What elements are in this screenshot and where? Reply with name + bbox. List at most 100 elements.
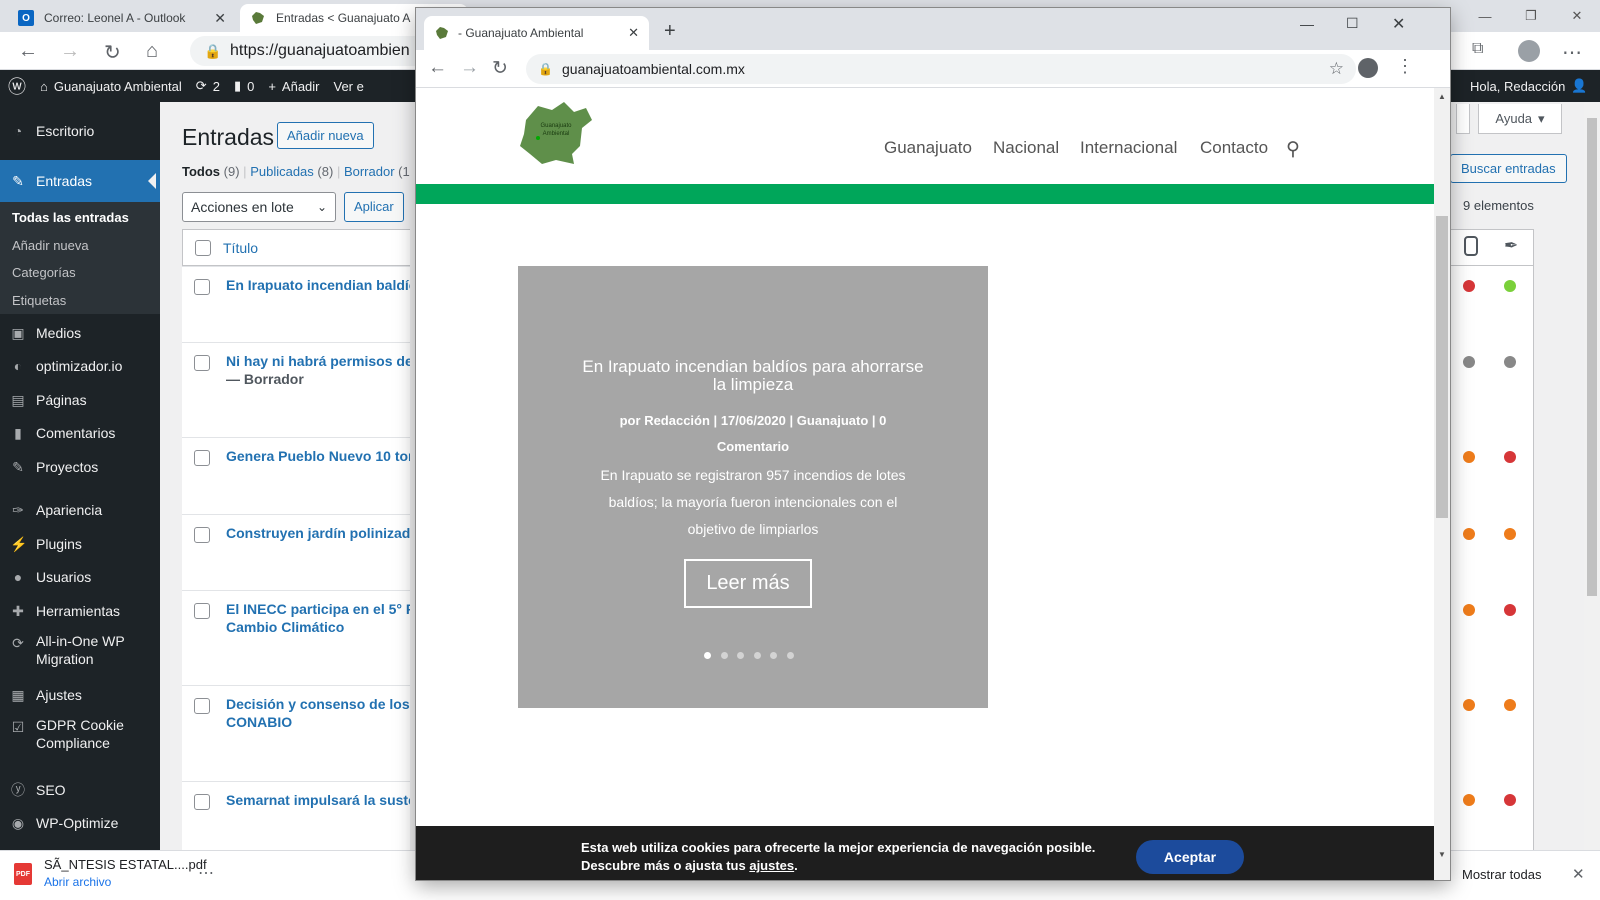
post-title-link-cont[interactable]: Cambio Climático: [226, 619, 344, 635]
accept-cookies-button[interactable]: Aceptar: [1136, 840, 1244, 874]
row-checkbox[interactable]: [194, 279, 210, 295]
open-file-link[interactable]: Abrir archivo: [44, 875, 111, 889]
download-filename[interactable]: SÃ_NTESIS ESTATAL....pdf: [44, 857, 207, 872]
sidebar-item-herramientas[interactable]: ✚ Herramientas: [0, 600, 160, 622]
nav-contacto[interactable]: Contacto: [1200, 138, 1268, 158]
adminbar-comments[interactable]: ▮ 0: [234, 78, 254, 94]
read-more-button[interactable]: Leer más: [684, 559, 812, 608]
adminbar-updates[interactable]: ⟳ 2: [196, 78, 220, 94]
close-icon[interactable]: ✕: [1554, 0, 1600, 32]
adminbar-account[interactable]: Hola, Redacción 👤: [1470, 78, 1588, 94]
front-scrollbar[interactable]: ▲ ▼: [1434, 88, 1450, 880]
sidebar-item-apariencia[interactable]: ✑ Apariencia: [0, 499, 160, 521]
forward-arrow-icon[interactable]: →: [460, 57, 479, 79]
back-arrow-icon[interactable]: ←: [18, 40, 38, 63]
forward-arrow-icon[interactable]: →: [60, 40, 80, 63]
post-title-link[interactable]: En Irapuato incendian baldíos: [226, 277, 410, 293]
back-arrow-icon[interactable]: ←: [428, 57, 447, 79]
slider-dot[interactable]: [720, 652, 728, 659]
close-download-bar-icon[interactable]: ✕: [1572, 865, 1585, 883]
more-menu-icon[interactable]: ⋯: [1562, 40, 1582, 65]
nav-nacional[interactable]: Nacional: [993, 138, 1059, 158]
row-checkbox[interactable]: [194, 794, 210, 810]
slider-dot[interactable]: [770, 652, 777, 659]
maximize-icon[interactable]: ☐: [1346, 15, 1359, 32]
download-options-icon[interactable]: ⋯: [198, 863, 214, 883]
row-checkbox[interactable]: [194, 450, 210, 466]
sidebar-item-optimizador[interactable]: ◐ optimizador.io: [0, 355, 160, 377]
filter-published[interactable]: Publicadas: [250, 164, 314, 179]
search-posts-button[interactable]: Buscar entradas: [1450, 154, 1567, 183]
adminbar-add-new[interactable]: + Añadir: [268, 79, 319, 94]
post-title-link[interactable]: El INECC participa en el 5° For: [226, 601, 410, 617]
sidebar-item-gdpr[interactable]: ☑ GDPR Cookie Compliance: [0, 716, 160, 756]
slider-dot[interactable]: [786, 652, 794, 659]
close-window-icon[interactable]: ✕: [1392, 14, 1405, 34]
post-title-link[interactable]: Construyen jardín polinizador: [226, 525, 410, 541]
row-checkbox[interactable]: [194, 355, 210, 371]
column-title[interactable]: Título: [223, 240, 258, 256]
adminbar-site[interactable]: ⌂ Guanajuato Ambiental: [40, 79, 182, 94]
sidebar-item-migration[interactable]: ⟳ All-in-One WP Migration: [0, 632, 160, 672]
show-all-downloads[interactable]: Mostrar todas: [1462, 867, 1541, 882]
bookmark-star-icon[interactable]: ☆: [1329, 54, 1344, 84]
sidebar-item-ajustes[interactable]: ▦ Ajustes: [0, 684, 160, 706]
minimize-icon[interactable]: —: [1300, 16, 1314, 32]
post-title-link[interactable]: Genera Pueblo Nuevo 10 tone: [226, 448, 410, 464]
post-title-link[interactable]: Decisión y consenso de los se: [226, 696, 410, 712]
submenu-etiquetas[interactable]: Etiquetas: [12, 293, 66, 308]
sidebar-item-paginas[interactable]: ▤ Páginas: [0, 389, 160, 411]
reload-icon[interactable]: ↻: [104, 40, 121, 65]
cookie-settings-link[interactable]: ajustes: [749, 858, 794, 873]
seo-traffic-light-icon[interactable]: [1464, 236, 1478, 256]
adminbar-view[interactable]: Ver e: [334, 79, 364, 94]
filter-all[interactable]: Todos: [182, 164, 220, 179]
slider-dot[interactable]: [753, 652, 761, 659]
select-all-checkbox[interactable]: [195, 240, 211, 256]
close-tab-icon[interactable]: ✕: [214, 10, 226, 27]
nav-guanajuato[interactable]: Guanajuato: [884, 138, 972, 158]
help-tab[interactable]: Ayuda ▾: [1478, 104, 1562, 134]
sidebar-item-entradas[interactable]: ✎ Entradas: [0, 160, 160, 202]
search-icon[interactable]: ⚲: [1286, 138, 1300, 161]
sidebar-item-seo[interactable]: ⓨ SEO: [0, 779, 160, 801]
sidebar-item-wp-optimize[interactable]: ◉ WP-Optimize: [0, 812, 160, 834]
submenu-anadir[interactable]: Añadir nueva: [12, 238, 89, 253]
sidebar-item-escritorio[interactable]: ◔ Escritorio: [0, 120, 160, 142]
slider-dot[interactable]: [704, 652, 711, 659]
scroll-down-icon[interactable]: ▼: [1438, 850, 1446, 859]
home-icon[interactable]: ⌂: [146, 40, 158, 63]
post-title-link[interactable]: Semarnat impulsará la sustent: [226, 792, 410, 808]
collections-icon[interactable]: ⧉: [1472, 40, 1483, 58]
sidebar-item-usuarios[interactable]: ● Usuarios: [0, 566, 160, 588]
minimize-icon[interactable]: —: [1462, 0, 1508, 32]
sidebar-item-comentarios[interactable]: ▮ Comentarios: [0, 422, 160, 444]
sidebar-item-proyectos[interactable]: ✎ Proyectos: [0, 456, 160, 478]
wordpress-logo-icon[interactable]: ⓦ: [8, 73, 26, 99]
slider-dot[interactable]: [737, 652, 744, 659]
tab-guanajuato-ambiental[interactable]: - Guanajuato Ambiental ✕: [424, 16, 649, 50]
scroll-up-icon[interactable]: ▲: [1438, 92, 1446, 101]
readability-feather-icon[interactable]: ✒: [1504, 236, 1518, 256]
profile-icon[interactable]: [1358, 58, 1378, 78]
new-tab-icon[interactable]: +: [664, 20, 676, 43]
restore-icon[interactable]: ❐: [1508, 0, 1554, 32]
profile-avatar[interactable]: [1518, 40, 1540, 62]
back-scrollbar-thumb[interactable]: [1587, 118, 1597, 596]
close-tab-icon[interactable]: ✕: [628, 25, 639, 41]
meta-author[interactable]: Redacción: [644, 413, 710, 428]
meta-category[interactable]: Guanajuato: [797, 413, 869, 428]
front-scrollbar-thumb[interactable]: [1436, 216, 1448, 518]
screen-options-tab[interactable]: [1456, 104, 1470, 134]
post-title-link-cont[interactable]: CONABIO: [226, 714, 292, 730]
apply-button[interactable]: Aplicar: [344, 192, 404, 222]
tab-outlook[interactable]: O Correo: Leonel A - Outlook ✕: [8, 4, 236, 32]
submenu-todas[interactable]: Todas las entradas: [12, 210, 129, 225]
row-checkbox[interactable]: [194, 527, 210, 543]
sidebar-item-medios[interactable]: ▣ Medios: [0, 322, 160, 344]
site-logo[interactable]: Guanajuato Ambiental: [516, 98, 596, 168]
submenu-categorias[interactable]: Categorías: [12, 265, 76, 280]
filter-draft[interactable]: Borrador: [344, 164, 395, 179]
row-checkbox[interactable]: [194, 603, 210, 619]
nav-internacional[interactable]: Internacional: [1080, 138, 1177, 158]
